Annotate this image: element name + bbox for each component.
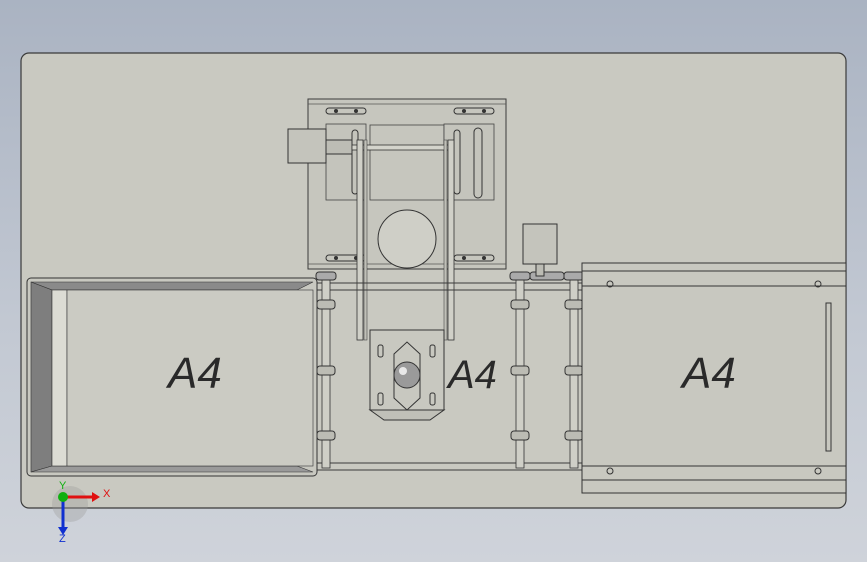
center-label: A4 [446, 353, 497, 397]
assembly-top-view[interactable]: A4 A4 A4 X Y Z [0, 0, 867, 562]
center-bore [377, 209, 437, 269]
shaft-1 [315, 271, 337, 469]
axis-x-label: X [103, 488, 111, 500]
shaft-3 [563, 271, 585, 469]
cad-graphics-area[interactable]: A4 A4 A4 X Y Z [0, 0, 867, 562]
upper-mounting-plate[interactable] [307, 98, 507, 270]
right-tray[interactable]: A4 [581, 262, 847, 494]
left-tray[interactable]: A4 [26, 277, 318, 477]
axis-y-label: Y [59, 480, 67, 492]
axis-z-label: Z [59, 533, 66, 545]
shaft-2 [509, 271, 531, 469]
gripper-ball [393, 361, 421, 389]
right-tray-label: A4 [679, 349, 736, 398]
gripper-head[interactable] [368, 329, 446, 421]
left-tray-label: A4 [165, 349, 222, 398]
